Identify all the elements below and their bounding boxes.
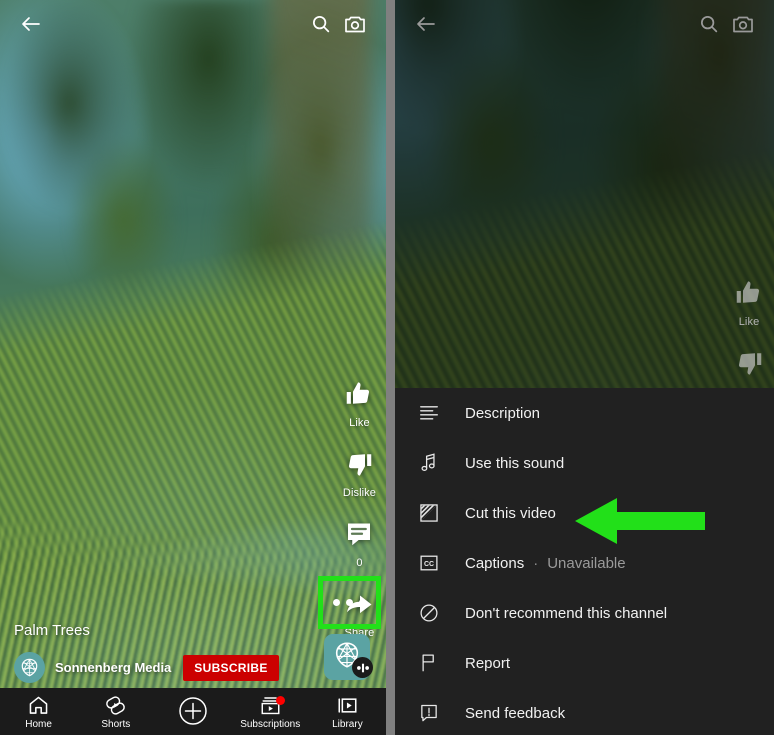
svg-text:CC: CC <box>424 561 434 568</box>
like-button[interactable]: Like <box>734 278 764 328</box>
channel-row: Sonnenberg Media SUBSCRIBE <box>14 652 314 683</box>
menu-label-description: Description <box>465 404 541 422</box>
menu-label-cut-this-video: Cut this video <box>465 504 556 522</box>
camera-icon[interactable] <box>726 7 760 41</box>
nav-item-create[interactable] <box>154 695 231 729</box>
menu-item-report[interactable]: Report <box>395 638 774 688</box>
menu-label-use-this-sound: Use this sound <box>465 454 565 472</box>
menu-label-dont-recommend: Don't recommend this channel <box>465 604 668 622</box>
nav-item-home[interactable]: Home <box>0 694 77 730</box>
video-title: Palm Trees <box>14 622 90 639</box>
menu-label-send-feedback: Send feedback <box>465 704 566 722</box>
like-label: Like <box>349 417 370 429</box>
nav-label-shorts: Shorts <box>101 718 131 730</box>
panel-divider <box>386 0 395 735</box>
screenshot-stage: Like Dislike 0 Share Palm Trees Sonnenbe… <box>0 0 774 735</box>
top-bar <box>0 0 386 48</box>
right-phone-panel: Like Description Use this sound Cut this… <box>395 0 774 735</box>
menu-item-send-feedback[interactable]: Send feedback <box>395 688 774 735</box>
menu-item-use-this-sound[interactable]: Use this sound <box>395 438 774 488</box>
menu-item-dont-recommend-channel[interactable]: Don't recommend this channel <box>395 588 774 638</box>
bottom-navigation-bar: Home Shorts Subscriptions Library <box>0 688 386 735</box>
feedback-icon <box>409 702 449 724</box>
arrow-left-icon[interactable] <box>409 7 443 41</box>
menu-separator: · <box>533 554 539 572</box>
flag-icon <box>409 652 449 674</box>
nav-label-library: Library <box>332 718 363 730</box>
like-label: Like <box>738 316 760 328</box>
more-actions-sheet: Description Use this sound Cut this vide… <box>395 388 774 735</box>
music-note-icon <box>409 452 449 474</box>
nav-item-subscriptions[interactable]: Subscriptions <box>232 694 309 730</box>
music-disc-icon <box>352 657 373 678</box>
like-button[interactable]: Like <box>344 379 374 429</box>
dislike-label: Dislike <box>342 487 376 499</box>
menu-item-description[interactable]: Description <box>395 388 774 438</box>
cut-video-icon <box>409 502 449 524</box>
comments-button[interactable]: 0 <box>344 519 374 569</box>
comment-icon <box>344 519 374 554</box>
action-rail-dimmed: Like <box>734 278 764 383</box>
thumbs-up-icon <box>344 379 374 414</box>
closed-caption-icon: CC <box>409 552 449 574</box>
channel-name[interactable]: Sonnenberg Media <box>55 660 171 675</box>
more-actions-button[interactable] <box>318 576 381 629</box>
nav-label-home: Home <box>25 718 52 730</box>
menu-label-report: Report <box>465 654 511 672</box>
thumbs-up-icon <box>734 278 764 313</box>
top-bar-dimmed <box>395 0 774 48</box>
nav-item-shorts[interactable]: Shorts <box>77 694 154 730</box>
thumbs-down-icon <box>344 449 374 484</box>
more-horizontal-icon <box>333 599 366 606</box>
search-icon[interactable] <box>304 7 338 41</box>
left-arrow-callout-icon <box>575 497 705 550</box>
arrow-left-icon[interactable] <box>14 7 48 41</box>
subscribe-button[interactable]: SUBSCRIBE <box>183 654 279 681</box>
dislike-button[interactable]: Dislike <box>343 449 376 499</box>
menu-status-captions: Unavailable <box>547 554 626 572</box>
camera-icon[interactable] <box>338 7 372 41</box>
nav-item-library[interactable]: Library <box>309 694 386 730</box>
menu-label-captions: Captions <box>465 554 525 572</box>
subscriptions-badge <box>276 695 286 705</box>
dislike-button[interactable] <box>734 348 764 383</box>
left-phone-panel: Like Dislike 0 Share Palm Trees Sonnenbe… <box>0 0 386 735</box>
thumbs-down-icon <box>734 348 764 383</box>
video-meta: Palm Trees Sonnenberg Media SUBSCRIBE <box>14 622 314 683</box>
nav-label-subscriptions: Subscriptions <box>240 718 301 730</box>
avatar[interactable] <box>14 652 45 683</box>
block-icon <box>409 602 449 624</box>
search-icon[interactable] <box>692 7 726 41</box>
comment-count: 0 <box>356 557 363 569</box>
description-icon <box>409 402 449 424</box>
